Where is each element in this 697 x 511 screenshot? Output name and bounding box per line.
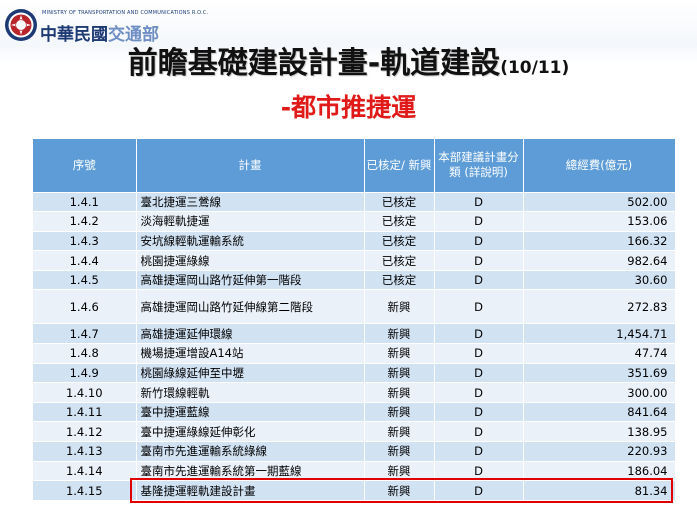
ministry-name-en: MINISTRY OF TRANSPORTATION AND COMMUNICA… xyxy=(42,10,209,16)
cell-plan: 臺北捷運三鶯線 xyxy=(136,191,365,212)
column-header-status: 已核定/ 新興 xyxy=(364,139,435,192)
cell-status: 已核定 xyxy=(364,250,435,271)
table-row: 1.4.11 臺中捷運藍線 新興 D 841.64 xyxy=(33,401,676,422)
table-row: 1.4.5 高雄捷運岡山路竹延伸第一階段 已核定 D 30.60 xyxy=(33,269,676,290)
cell-plan: 淡海輕軌捷運 xyxy=(136,211,365,232)
cell-plan: 臺南市先進運輸系統綠線 xyxy=(136,441,365,462)
page-number: (10/11) xyxy=(500,58,570,78)
cell-cost: 153.06 xyxy=(523,211,676,232)
cell-seq: 1.4.4 xyxy=(33,250,137,271)
page-title: 前瞻基礎建設計畫-軌道建設(10/11) xyxy=(0,38,697,82)
cell-seq: 1.4.10 xyxy=(33,382,137,403)
cell-class: D xyxy=(434,323,524,344)
cell-seq: 1.4.15 xyxy=(33,480,137,501)
cell-status: 新興 xyxy=(364,343,435,364)
cell-plan: 高雄捷運岡山路竹延伸線第二階段 xyxy=(136,289,365,324)
cell-cost: 1,454.71 xyxy=(523,323,676,344)
table-row: 1.4.1 臺北捷運三鶯線 已核定 D 502.00 xyxy=(33,191,676,212)
cell-cost: 166.32 xyxy=(523,230,676,251)
cell-seq: 1.4.11 xyxy=(33,401,137,422)
cell-status: 已核定 xyxy=(364,191,435,212)
cell-class: D xyxy=(434,211,524,232)
table-row: 1.4.9 桃園綠線延伸至中壢 新興 D 351.69 xyxy=(33,362,676,383)
cell-class: D xyxy=(434,191,524,212)
cell-plan: 安坑線輕軌運輸系統 xyxy=(136,230,365,251)
cell-class: D xyxy=(434,230,524,251)
cell-status: 新興 xyxy=(364,441,435,462)
cell-cost: 502.00 xyxy=(523,191,676,212)
cell-plan: 新竹環線輕軌 xyxy=(136,382,365,403)
column-header-class: 本部建議計畫分類 (詳說明) xyxy=(434,139,524,192)
column-header-plan: 計畫 xyxy=(136,139,365,192)
cell-status: 新興 xyxy=(364,401,435,422)
cell-cost: 47.74 xyxy=(523,343,676,364)
cell-seq: 1.4.7 xyxy=(33,323,137,344)
cell-plan: 臺中捷運綠線延伸彰化 xyxy=(136,421,365,442)
highlight-box xyxy=(130,477,673,504)
cell-seq: 1.4.3 xyxy=(33,230,137,251)
cell-class: D xyxy=(434,401,524,422)
cell-plan: 機場捷運增設A14站 xyxy=(136,343,365,364)
cell-cost: 841.64 xyxy=(523,401,676,422)
column-header-seq: 序號 xyxy=(33,139,137,192)
table-row: 1.4.3 安坑線輕軌運輸系統 已核定 D 166.32 xyxy=(33,230,676,251)
cell-class: D xyxy=(434,441,524,462)
cell-class: D xyxy=(434,250,524,271)
table-row: 1.4.13 臺南市先進運輸系統綠線 新興 D 220.93 xyxy=(33,441,676,462)
cell-seq: 1.4.6 xyxy=(33,289,137,324)
cell-class: D xyxy=(434,289,524,324)
table-row: 1.4.10 新竹環線輕軌 新興 D 300.00 xyxy=(33,382,676,403)
cell-seq: 1.4.9 xyxy=(33,362,137,383)
cell-status: 新興 xyxy=(364,421,435,442)
cell-plan: 高雄捷運延伸環線 xyxy=(136,323,365,344)
cell-plan: 桃園捷運綠線 xyxy=(136,250,365,271)
plan-table: 序號 計畫 已核定/ 新興 本部建議計畫分類 (詳說明) 總經費(億元) 1.4… xyxy=(33,139,676,501)
cell-plan: 臺中捷運藍線 xyxy=(136,401,365,422)
cell-class: D xyxy=(434,343,524,364)
cell-status: 新興 xyxy=(364,362,435,383)
table-header-row: 序號 計畫 已核定/ 新興 本部建議計畫分類 (詳說明) 總經費(億元) xyxy=(33,139,676,192)
table-row: 1.4.4 桃園捷運綠線 已核定 D 982.64 xyxy=(33,250,676,271)
cell-plan: 高雄捷運岡山路竹延伸第一階段 xyxy=(136,269,365,290)
table-row: 1.4.2 淡海輕軌捷運 已核定 D 153.06 xyxy=(33,211,676,232)
table-body: 1.4.1 臺北捷運三鶯線 已核定 D 502.00 1.4.2 淡海輕軌捷運 已核定 D 153… xyxy=(33,191,676,501)
cell-class: D xyxy=(434,382,524,403)
cell-seq: 1.4.5 xyxy=(33,269,137,290)
cell-cost: 30.60 xyxy=(523,269,676,290)
cell-status: 新興 xyxy=(364,289,435,324)
cell-cost: 351.69 xyxy=(523,362,676,383)
table-row: 1.4.6 高雄捷運岡山路竹延伸線第二階段 新興 D 272.83 xyxy=(33,289,676,324)
cell-cost: 272.83 xyxy=(523,289,676,324)
cell-seq: 1.4.8 xyxy=(33,343,137,364)
cell-cost: 300.00 xyxy=(523,382,676,403)
cell-cost: 982.64 xyxy=(523,250,676,271)
cell-cost: 220.93 xyxy=(523,441,676,462)
cell-class: D xyxy=(434,421,524,442)
cell-cost: 138.95 xyxy=(523,421,676,442)
cell-status: 新興 xyxy=(364,382,435,403)
cell-status: 已核定 xyxy=(364,230,435,251)
cell-class: D xyxy=(434,269,524,290)
table-row: 1.4.7 高雄捷運延伸環線 新興 D 1,454.71 xyxy=(33,323,676,344)
cell-seq: 1.4.12 xyxy=(33,421,137,442)
column-header-cost: 總經費(億元) xyxy=(523,139,676,192)
cell-seq: 1.4.2 xyxy=(33,211,137,232)
cell-seq: 1.4.14 xyxy=(33,460,137,481)
page-title-main: 前瞻基礎建設計畫-軌道建設 xyxy=(127,46,501,81)
page-subtitle: -都市推捷運 xyxy=(280,93,417,122)
cell-seq: 1.4.1 xyxy=(33,191,137,212)
ministry-seal-icon xyxy=(5,9,37,41)
cell-plan: 桃園綠線延伸至中壢 xyxy=(136,362,365,383)
table-row: 1.4.12 臺中捷運綠線延伸彰化 新興 D 138.95 xyxy=(33,421,676,442)
cell-status: 已核定 xyxy=(364,211,435,232)
cell-status: 新興 xyxy=(364,323,435,344)
table-row: 1.4.8 機場捷運增設A14站 新興 D 47.74 xyxy=(33,343,676,364)
cell-seq: 1.4.13 xyxy=(33,441,137,462)
cell-status: 已核定 xyxy=(364,269,435,290)
cell-class: D xyxy=(434,362,524,383)
